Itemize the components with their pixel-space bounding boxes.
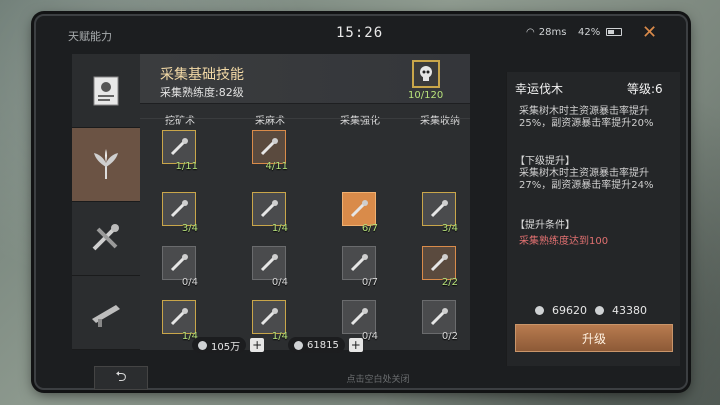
silver-coin-icon [595, 306, 604, 315]
skill-progress: 2/2 [441, 277, 458, 288]
column-enhance: 采集强化 [340, 116, 380, 127]
wifi-icon: ◠ [526, 27, 535, 38]
skill-progress: 1/11 [175, 161, 198, 172]
next-level-description: 采集树木时主资源暴击率提升27%，副资源暴击率提升24% [519, 168, 654, 191]
skill-header: 采集基础技能 采集熟练度:82级 10/120 [140, 54, 470, 104]
tools-icon [92, 223, 119, 250]
clock: 15:26 [336, 25, 384, 41]
skill-icon [252, 192, 286, 226]
category-sidebar [72, 54, 140, 350]
skill-node[interactable]: 1/4 [252, 300, 288, 342]
skill-title: 采集基础技能 [160, 67, 244, 83]
skill-progress: 0/4 [271, 277, 288, 288]
skill-node[interactable]: 3/4 [162, 192, 198, 234]
skill-node[interactable]: 2/2 [422, 246, 458, 288]
battery-percent: 42% [578, 27, 601, 38]
silver-resource: 61815 + [288, 336, 363, 354]
skill-node[interactable]: 4/11 [252, 130, 288, 172]
close-icon[interactable]: ✕ [642, 22, 657, 43]
skill-icon [422, 300, 456, 334]
skill-description: 采集树木时主资源暴击率提升25%，副资源暴击率提升20% [519, 106, 654, 129]
tab-crafting[interactable] [72, 202, 140, 276]
skill-node[interactable]: 1/4 [252, 192, 288, 234]
skill-node[interactable]: 0/4 [162, 246, 198, 288]
skill-icon [342, 192, 376, 226]
skill-level: 等级:6 [627, 82, 663, 96]
skull-icon [412, 60, 440, 88]
skill-node[interactable]: 0/4 [342, 300, 378, 342]
upgrade-button[interactable]: 升级 [515, 324, 673, 352]
status-bar: 天赋能力 15:26 ◠ 28ms 42% ✕ [36, 16, 686, 52]
tab-weapons[interactable] [72, 276, 140, 350]
skill-icon [342, 246, 376, 280]
skill-icon [252, 130, 286, 164]
plant-icon [94, 148, 118, 179]
battery-icon [606, 28, 622, 36]
skill-node[interactable]: 0/7 [342, 246, 378, 288]
requirement-label: 【提升条件】 [515, 220, 575, 231]
skill-progress: 6/7 [361, 223, 378, 234]
gold-resource: 105万 + [192, 336, 265, 354]
silver-coin-icon [294, 340, 303, 350]
tab-certificate[interactable] [72, 54, 140, 128]
cost-silver: 43380 [612, 304, 647, 317]
skill-icon [422, 246, 456, 280]
skill-progress: 4/11 [265, 161, 288, 172]
close-hint: 点击空白处关闭 [346, 374, 410, 385]
gold-coin-icon [198, 340, 207, 350]
skill-node[interactable]: 3/4 [422, 192, 458, 234]
weapon-icon [92, 304, 120, 327]
requirement-text: 采集熟练度达到100 [519, 236, 609, 247]
skill-progress: 0/4 [361, 331, 378, 342]
skill-icon [162, 300, 196, 334]
add-silver-button[interactable]: + [348, 338, 363, 352]
skill-icon [422, 192, 456, 226]
cost-gold: 69620 [552, 304, 587, 317]
boss-count: 10/120 [408, 90, 444, 101]
proficiency-level: 采集熟练度:82级 [160, 86, 244, 99]
skill-node[interactable]: 1/11 [162, 130, 198, 172]
skill-progress: 0/2 [441, 331, 458, 342]
gold-coin-icon [535, 306, 544, 315]
game-window: 天赋能力 15:26 ◠ 28ms 42% ✕ 采集基础技能 采集熟练度:82级… [34, 14, 688, 390]
skill-name: 幸运伐木 [515, 82, 564, 96]
skill-progress: 1/4 [271, 331, 288, 342]
column-storage: 采集收纳 [420, 116, 460, 127]
skill-panel: 采集基础技能 采集熟练度:82级 10/120 挖矿术 采麻术 采集强化 采集收… [140, 54, 470, 353]
skill-icon [162, 192, 196, 226]
skill-node[interactable]: 1/4 [162, 300, 198, 342]
next-level-label: 【下级提升】 [515, 156, 575, 167]
talent-title: 天赋能力 [68, 30, 112, 43]
skill-node[interactable]: 0/2 [422, 300, 458, 342]
add-gold-button[interactable]: + [250, 338, 265, 352]
certificate-icon [93, 76, 119, 105]
upgrade-cost: 69620 43380 [535, 304, 647, 317]
skill-progress: 0/7 [361, 277, 378, 288]
skill-node[interactable]: 6/7 [342, 192, 378, 234]
skill-icon [162, 130, 196, 164]
tab-gathering[interactable] [72, 128, 140, 202]
skill-icon [252, 300, 286, 334]
skill-progress: 1/4 [271, 223, 288, 234]
skill-node[interactable]: 0/4 [252, 246, 288, 288]
gold-amount: 105万 [211, 341, 241, 353]
boss-slot[interactable]: 10/120 [408, 60, 454, 101]
skill-progress: 3/4 [181, 223, 198, 234]
skill-progress: 3/4 [441, 223, 458, 234]
skill-progress: 0/4 [181, 277, 198, 288]
skill-detail-panel: 幸运伐木 等级:6 采集树木时主资源暴击率提升25%，副资源暴击率提升20% 【… [506, 72, 680, 366]
skill-icon [342, 300, 376, 334]
footer: ⮌ 点击空白处关闭 [72, 364, 684, 392]
column-mining: 挖矿术 [165, 116, 195, 127]
network-indicator: ◠ 28ms [526, 27, 567, 38]
divider [140, 118, 470, 119]
skill-icon [162, 246, 196, 280]
silver-amount: 61815 [307, 339, 339, 351]
column-hemp: 采麻术 [255, 116, 285, 127]
skill-icon [252, 246, 286, 280]
